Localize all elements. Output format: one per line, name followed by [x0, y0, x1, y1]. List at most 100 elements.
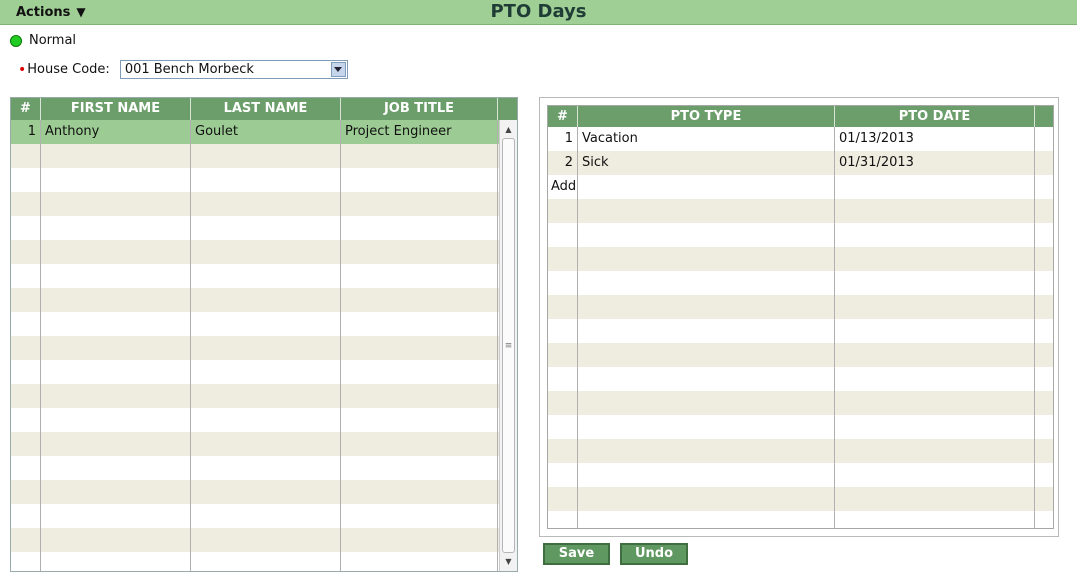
- empty-cell[interactable]: [1035, 271, 1053, 295]
- empty-row[interactable]: [548, 247, 1053, 271]
- pto-date-cell[interactable]: 01/13/2013: [835, 127, 1035, 151]
- empty-cell[interactable]: [11, 264, 41, 288]
- empty-cell[interactable]: [11, 408, 41, 432]
- scroll-down-icon[interactable]: ▼: [500, 554, 517, 569]
- empty-cell[interactable]: [1035, 391, 1053, 415]
- empty-cell[interactable]: [41, 192, 191, 216]
- empty-cell[interactable]: [341, 312, 498, 336]
- empty-cell[interactable]: [341, 552, 498, 571]
- empty-row[interactable]: [11, 480, 517, 504]
- empty-cell[interactable]: [1035, 295, 1053, 319]
- empty-row[interactable]: [11, 360, 517, 384]
- empty-cell[interactable]: [835, 199, 1035, 223]
- empty-row[interactable]: [11, 312, 517, 336]
- empty-cell[interactable]: [578, 295, 835, 319]
- row-number[interactable]: 2: [548, 151, 578, 175]
- pto-date-cell[interactable]: [835, 175, 1035, 199]
- empty-cell[interactable]: [11, 288, 41, 312]
- first-name-cell[interactable]: Anthony: [41, 120, 191, 144]
- empty-cell[interactable]: [11, 144, 41, 168]
- empty-cell[interactable]: [41, 144, 191, 168]
- scroll-up-icon[interactable]: ▲: [500, 122, 517, 137]
- undo-button[interactable]: Undo: [620, 543, 688, 565]
- empty-cell[interactable]: [191, 192, 341, 216]
- empty-cell[interactable]: [341, 504, 498, 528]
- empty-cell[interactable]: [341, 480, 498, 504]
- col-num-header[interactable]: #: [11, 98, 41, 120]
- empty-row[interactable]: [548, 487, 1053, 511]
- empty-cell[interactable]: [1035, 511, 1053, 528]
- empty-cell[interactable]: [578, 439, 835, 463]
- empty-cell[interactable]: [341, 432, 498, 456]
- empty-row[interactable]: [548, 295, 1053, 319]
- pto-type-cell[interactable]: Sick: [578, 151, 835, 175]
- empty-cell[interactable]: [1035, 247, 1053, 271]
- empty-cell[interactable]: [41, 264, 191, 288]
- empty-cell[interactable]: [341, 144, 498, 168]
- empty-row[interactable]: [11, 264, 517, 288]
- empty-cell[interactable]: [548, 439, 578, 463]
- empty-row[interactable]: [11, 552, 517, 571]
- empty-cell[interactable]: [341, 336, 498, 360]
- empty-cell[interactable]: [11, 456, 41, 480]
- empty-cell[interactable]: [578, 487, 835, 511]
- empty-cell[interactable]: [835, 463, 1035, 487]
- empty-cell[interactable]: [341, 528, 498, 552]
- empty-cell[interactable]: [11, 528, 41, 552]
- empty-cell[interactable]: [191, 504, 341, 528]
- col-pto-date-header[interactable]: PTO DATE: [835, 106, 1035, 127]
- empty-row[interactable]: [11, 384, 517, 408]
- empty-cell[interactable]: [41, 240, 191, 264]
- empty-cell[interactable]: [191, 240, 341, 264]
- empty-cell[interactable]: [578, 391, 835, 415]
- col-job-title-header[interactable]: JOB TITLE: [341, 98, 498, 120]
- save-button[interactable]: Save: [543, 543, 610, 565]
- empty-row[interactable]: [11, 192, 517, 216]
- empty-cell[interactable]: [41, 360, 191, 384]
- empty-cell[interactable]: [548, 223, 578, 247]
- empty-row[interactable]: [11, 144, 517, 168]
- empty-cell[interactable]: [835, 511, 1035, 528]
- empty-cell[interactable]: [191, 480, 341, 504]
- empty-cell[interactable]: [41, 480, 191, 504]
- empty-cell[interactable]: [341, 192, 498, 216]
- scroll-thumb[interactable]: ≡: [502, 138, 515, 553]
- empty-cell[interactable]: [191, 528, 341, 552]
- empty-cell[interactable]: [11, 168, 41, 192]
- empty-cell[interactable]: [835, 487, 1035, 511]
- row-number[interactable]: 1: [11, 120, 41, 144]
- empty-cell[interactable]: [548, 511, 578, 528]
- empty-cell[interactable]: [1035, 415, 1053, 439]
- empty-cell[interactable]: [548, 343, 578, 367]
- empty-cell[interactable]: [1035, 319, 1053, 343]
- empty-cell[interactable]: [578, 223, 835, 247]
- empty-row[interactable]: [11, 240, 517, 264]
- empty-cell[interactable]: [548, 199, 578, 223]
- empty-cell[interactable]: [835, 391, 1035, 415]
- dropdown-button[interactable]: [330, 62, 346, 77]
- empty-cell[interactable]: [191, 360, 341, 384]
- empty-cell[interactable]: [341, 408, 498, 432]
- empty-cell[interactable]: [191, 288, 341, 312]
- empty-cell[interactable]: [11, 192, 41, 216]
- empty-cell[interactable]: [41, 504, 191, 528]
- empty-row[interactable]: [11, 336, 517, 360]
- empty-cell[interactable]: [41, 288, 191, 312]
- vertical-scrollbar[interactable]: ▲ ≡ ▼: [499, 120, 517, 571]
- pto-date-cell[interactable]: 01/31/2013: [835, 151, 1035, 175]
- empty-row[interactable]: [548, 511, 1053, 528]
- col-first-name-header[interactable]: FIRST NAME: [41, 98, 191, 120]
- empty-row[interactable]: [11, 504, 517, 528]
- empty-row[interactable]: [11, 456, 517, 480]
- empty-cell[interactable]: [191, 168, 341, 192]
- col-num-header[interactable]: #: [548, 106, 578, 127]
- empty-cell[interactable]: [548, 247, 578, 271]
- empty-row[interactable]: [11, 216, 517, 240]
- empty-cell[interactable]: [341, 288, 498, 312]
- house-code-select[interactable]: 001 Bench Morbeck: [119, 60, 348, 79]
- empty-cell[interactable]: [578, 415, 835, 439]
- empty-cell[interactable]: [578, 247, 835, 271]
- job-title-cell[interactable]: Project Engineer: [341, 120, 498, 144]
- empty-cell[interactable]: [341, 216, 498, 240]
- empty-row[interactable]: [548, 367, 1053, 391]
